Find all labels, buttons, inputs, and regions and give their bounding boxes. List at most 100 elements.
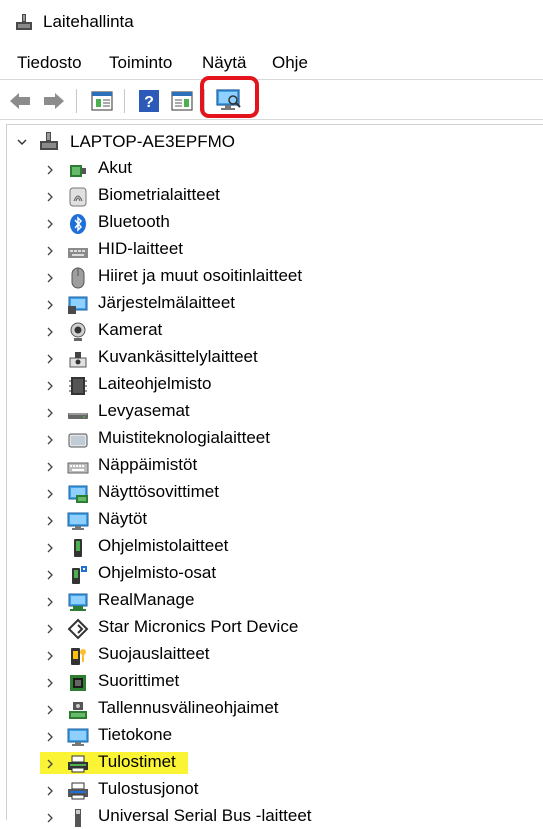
tree-item-label: Bluetooth bbox=[98, 212, 170, 231]
update-driver-icon bbox=[171, 91, 193, 111]
usb-icon bbox=[75, 809, 81, 827]
tree-item-label: Laiteohjelmisto bbox=[98, 374, 212, 393]
properties-button[interactable] bbox=[88, 87, 116, 115]
battery-icon bbox=[70, 165, 86, 177]
fingerprint-icon bbox=[69, 187, 87, 207]
computer-monitor-icon bbox=[67, 728, 89, 746]
tree-item-label: Tallennusvälineohjaimet bbox=[98, 698, 279, 717]
menu-file[interactable]: Tiedosto bbox=[15, 53, 84, 73]
chevron-right-icon[interactable] bbox=[43, 595, 57, 609]
chevron-right-icon[interactable] bbox=[43, 190, 57, 204]
chevron-right-icon[interactable] bbox=[43, 163, 57, 177]
tree-item-label: Kuvankäsittelylaitteet bbox=[98, 347, 258, 366]
computer-icon bbox=[40, 132, 58, 150]
software-component-icon bbox=[72, 566, 87, 584]
forward-button[interactable] bbox=[40, 87, 68, 115]
tree-item-label: Ohjelmisto-osat bbox=[98, 563, 217, 582]
memory-tech-icon bbox=[68, 433, 88, 448]
tree-item-label: HID-laitteet bbox=[98, 239, 184, 258]
back-button[interactable] bbox=[6, 87, 34, 115]
chevron-right-icon[interactable] bbox=[43, 244, 57, 258]
chevron-right-icon[interactable] bbox=[43, 757, 57, 771]
tree-item-label: Suorittimet bbox=[98, 671, 180, 690]
window-title: Laitehallinta bbox=[43, 12, 134, 31]
hid-icon bbox=[68, 248, 88, 258]
chevron-right-icon[interactable] bbox=[43, 568, 57, 582]
imaging-device-icon bbox=[69, 352, 87, 368]
annotation-highlight-box bbox=[200, 76, 259, 118]
tree-item-label: Universal Serial Bus -laitteet bbox=[98, 806, 312, 825]
monitor-icon bbox=[67, 512, 89, 530]
tree-item-label: Näppäimistöt bbox=[98, 455, 198, 474]
keyboard-icon bbox=[67, 462, 89, 474]
display-adapter-icon bbox=[68, 485, 88, 503]
device-manager-app-icon bbox=[16, 14, 32, 30]
tree-item-label: Star Micronics Port Device bbox=[98, 617, 299, 636]
menu-separator bbox=[0, 79, 543, 80]
chevron-right-icon[interactable] bbox=[43, 379, 57, 393]
toolbar-separator bbox=[76, 89, 77, 113]
chevron-right-icon[interactable] bbox=[43, 406, 57, 420]
print-queue-icon bbox=[68, 782, 88, 800]
software-device-icon bbox=[74, 539, 82, 557]
chevron-right-icon[interactable] bbox=[43, 487, 57, 501]
back-arrow-icon bbox=[10, 93, 30, 109]
forward-arrow-icon bbox=[44, 93, 64, 109]
menu-bar: Tiedosto Toiminto Näytä Ohje bbox=[0, 48, 543, 78]
disk-drive-icon bbox=[68, 413, 88, 419]
tree-item-label: Muistiteknologialaitteet bbox=[98, 428, 270, 447]
chevron-right-icon[interactable] bbox=[43, 514, 57, 528]
update-driver-button[interactable] bbox=[168, 87, 196, 115]
realmanage-icon bbox=[68, 593, 88, 611]
toolbar-separator bbox=[124, 89, 125, 113]
menu-action[interactable]: Toiminto bbox=[107, 53, 174, 73]
bluetooth-icon bbox=[70, 214, 86, 234]
chevron-right-icon[interactable] bbox=[43, 649, 57, 663]
chevron-right-icon[interactable] bbox=[43, 433, 57, 447]
storage-controller-icon bbox=[69, 702, 87, 719]
title-bar: Laitehallinta bbox=[0, 0, 543, 44]
chevron-right-icon[interactable] bbox=[43, 271, 57, 285]
security-device-icon bbox=[71, 648, 86, 665]
firmware-icon bbox=[69, 377, 87, 395]
chevron-right-icon[interactable] bbox=[43, 352, 57, 366]
svg-text:?: ? bbox=[144, 94, 154, 111]
tree-item-label: Näytöt bbox=[98, 509, 148, 528]
tree-item-label: Biometrialaitteet bbox=[98, 185, 220, 204]
tree-item-label: RealManage bbox=[98, 590, 195, 609]
chevron-right-icon[interactable] bbox=[43, 676, 57, 690]
menu-view[interactable]: Näytä bbox=[200, 53, 248, 73]
properties-icon bbox=[91, 91, 113, 111]
tree-item-label: Tietokone bbox=[98, 725, 173, 744]
printer-icon bbox=[68, 755, 88, 773]
chevron-right-icon[interactable] bbox=[43, 730, 57, 744]
tree-item-label: Hiiret ja muut osoitinlaitteet bbox=[98, 266, 303, 285]
chevron-right-icon[interactable] bbox=[43, 460, 57, 474]
help-button[interactable]: ? bbox=[135, 87, 163, 115]
tree-item-label: Suojauslaitteet bbox=[98, 644, 210, 663]
toolbar-separator-line bbox=[0, 119, 543, 120]
chevron-right-icon[interactable] bbox=[43, 784, 57, 798]
system-devices-icon bbox=[68, 296, 88, 314]
tree-item-label: Tulostimet bbox=[98, 752, 176, 771]
processor-icon bbox=[70, 675, 86, 691]
tree-item-label: Kamerat bbox=[98, 320, 163, 339]
chevron-right-icon[interactable] bbox=[43, 541, 57, 555]
chevron-down-icon[interactable] bbox=[15, 135, 29, 149]
menu-help[interactable]: Ohje bbox=[270, 53, 310, 73]
chevron-right-icon[interactable] bbox=[43, 703, 57, 717]
tree-root-label: LAPTOP-AE3EPFMO bbox=[70, 132, 236, 151]
tree-item-label: Näyttösovittimet bbox=[98, 482, 219, 501]
chevron-right-icon[interactable] bbox=[43, 217, 57, 231]
toolbar: ? bbox=[0, 81, 543, 118]
chevron-right-icon[interactable] bbox=[43, 325, 57, 339]
tree-item-label: Levyasemat bbox=[98, 401, 190, 420]
chevron-right-icon[interactable] bbox=[43, 811, 57, 825]
chevron-right-icon[interactable] bbox=[43, 298, 57, 312]
help-icon: ? bbox=[139, 90, 159, 112]
port-device-icon bbox=[67, 618, 89, 640]
mouse-icon bbox=[71, 267, 85, 289]
chevron-right-icon[interactable] bbox=[43, 622, 57, 636]
camera-icon bbox=[70, 322, 86, 341]
tree-item-label: Tulostusjonot bbox=[98, 779, 199, 798]
